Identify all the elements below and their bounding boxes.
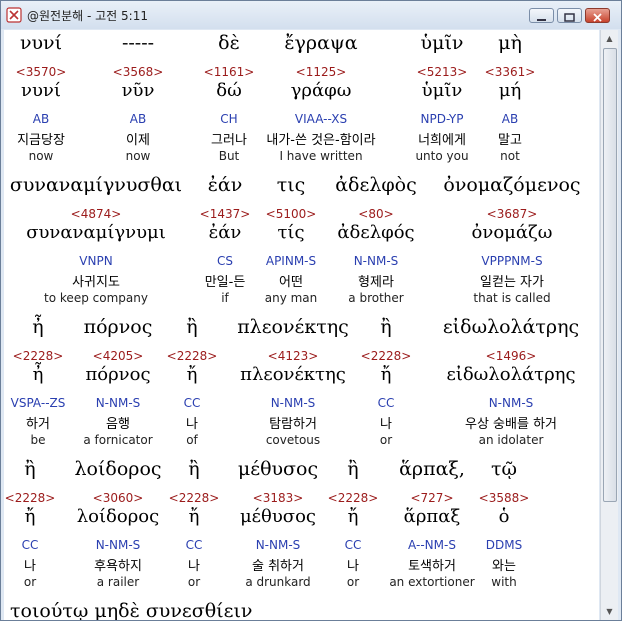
english-gloss: that is called (473, 291, 551, 305)
korean-gloss: 와는 (492, 559, 516, 574)
lemma: ὁ (498, 506, 510, 527)
scroll-up-button[interactable]: ▲ (601, 30, 618, 47)
greek-word[interactable]: μὴ (420, 32, 599, 54)
maximize-icon (564, 13, 575, 22)
english-gloss: an idolater (478, 433, 544, 447)
analysis-view: νυνί <3570> νυνί AB 지금당장 now ----- <3568> νῦν AB 이… (4, 30, 599, 620)
close-button[interactable] (585, 8, 610, 23)
strong-number: <1496> (485, 349, 537, 363)
parsing-code: DDMS (485, 538, 523, 552)
close-icon (593, 13, 602, 22)
english-gloss: not (500, 149, 520, 163)
parsing-code: AB (501, 112, 519, 126)
maximize-button[interactable] (557, 8, 582, 23)
scroll-down-button[interactable]: ▼ (601, 603, 618, 620)
korean-gloss: 우상 숭배를 하거 (465, 417, 557, 432)
parsing-code: N-NM-S (488, 396, 534, 410)
strong-number: <3361> (484, 65, 536, 79)
window-title: @원전분해 - 고전 5:11 (27, 9, 148, 23)
lemma: εἰδωλολάτρης (446, 364, 576, 385)
english-gloss: with (491, 575, 517, 589)
partial-next-line: τοιούτῳ μηδὲ συνεσθίειν (10, 600, 253, 620)
korean-gloss: 일컫는 자가 (480, 275, 544, 290)
app-icon (6, 7, 22, 23)
greek-word[interactable]: τῷ (414, 458, 594, 480)
minimize-button[interactable] (529, 8, 554, 23)
minimize-icon (537, 19, 546, 21)
lemma: ὀνομάζω (471, 222, 553, 243)
lemma: μή (498, 80, 522, 101)
greek-word[interactable]: ὀνομαζόμενος (422, 174, 599, 196)
greek-word[interactable]: εἰδωλολάτρης (421, 316, 599, 338)
strong-number: <3588> (478, 491, 530, 505)
korean-gloss: 말고 (498, 133, 522, 148)
scroll-thumb[interactable] (603, 48, 617, 502)
strong-number: <3687> (486, 207, 538, 221)
vertical-scrollbar[interactable]: ▲ ▼ (600, 30, 618, 620)
parsing-code: VPPPNM-S (481, 254, 543, 268)
main-window: @원전분해 - 고전 5:11 νυνί <3570> νυνί AB 지금당장 now -… (0, 0, 622, 621)
title-bar[interactable]: @원전분해 - 고전 5:11 (1, 1, 621, 29)
